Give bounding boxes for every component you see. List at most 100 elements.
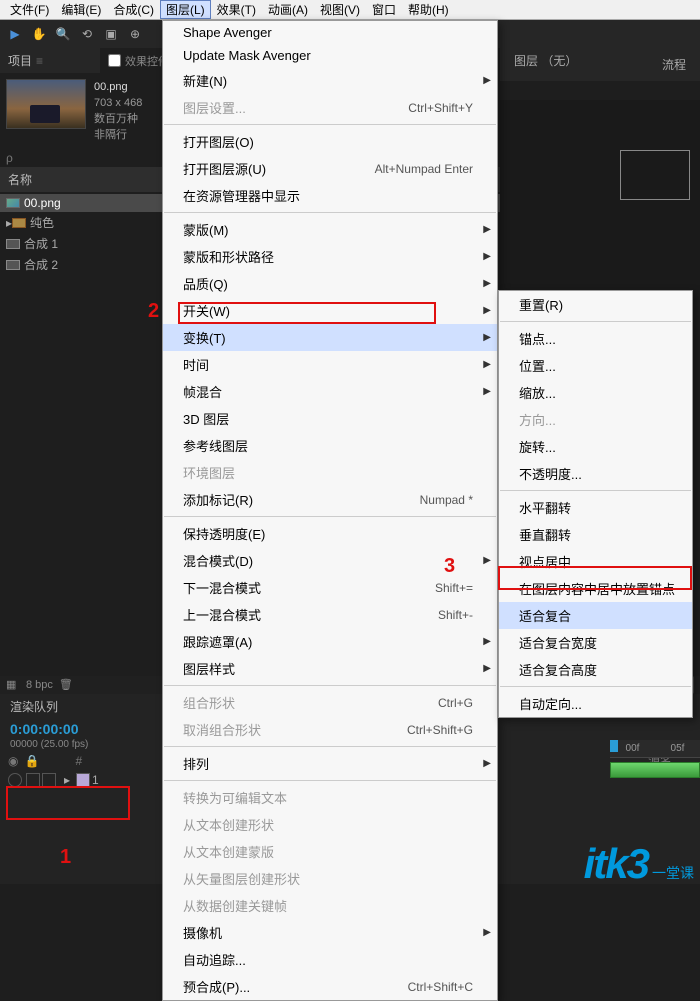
layer-menu-item[interactable]: 打开图层源(U)Alt+Numpad Enter (163, 155, 497, 182)
selection-tool-icon[interactable]: ▶ (6, 25, 24, 43)
layer-menu-item[interactable]: 摄像机▶ (163, 919, 497, 946)
lock-toggle[interactable] (42, 773, 56, 787)
column-name[interactable]: 名称 (8, 171, 32, 188)
flowchart-label: 流程 (652, 52, 696, 77)
transform-menu-item[interactable]: 锚点... (499, 325, 692, 352)
layer-menu-item[interactable]: 在资源管理器中显示 (163, 182, 497, 209)
layer-menu-item[interactable]: 帧混合▶ (163, 378, 497, 405)
transform-menu-item[interactable]: 重置(R) (499, 291, 692, 318)
menu-item-label: 开关(W) (183, 301, 230, 320)
transform-menu-item[interactable]: 自动定向... (499, 690, 692, 717)
transform-menu-item[interactable]: 缩放... (499, 379, 692, 406)
layer-menu-item[interactable]: 上一混合模式Shift+- (163, 601, 497, 628)
layer-menu-separator (164, 124, 496, 125)
layer-menu-item[interactable]: 开关(W)▶ (163, 297, 497, 324)
playhead-icon[interactable] (610, 740, 618, 752)
menu-item-label: 时间 (183, 355, 209, 374)
transform-menu-item[interactable]: 视点居中 (499, 548, 692, 575)
layer-menu-item[interactable]: 蒙版(M)▶ (163, 216, 497, 243)
layer-menu-item: 从数据创建关键帧 (163, 892, 497, 919)
menu-item-label: 蒙版和形状路径 (183, 247, 274, 266)
menu-item-label: 下一混合模式 (183, 578, 261, 597)
transform-menu-item[interactable]: 适合复合宽度 (499, 629, 692, 656)
menu-item-shortcut: Ctrl+Shift+Y (408, 101, 473, 115)
layer-menu-item[interactable]: 品质(Q)▶ (163, 270, 497, 297)
layer-menu-item[interactable]: 新建(N)▶ (163, 67, 497, 94)
menu-item-label: Shape Avenger (183, 25, 272, 40)
transform-menu-item[interactable]: 在图层内容中居中放置锚点 (499, 575, 692, 602)
project-tab[interactable]: 项目≡ (0, 48, 100, 73)
menu-item-label: 排列 (183, 754, 209, 773)
comp-icon (6, 239, 20, 249)
menu-item-label: 不透明度... (519, 464, 582, 483)
layer-menu-item[interactable]: Shape Avenger (163, 21, 497, 44)
menu-item-label: 适合复合 (519, 606, 571, 625)
transform-menu-item[interactable]: 垂直翻转 (499, 521, 692, 548)
layer-menu-item: 转换为可编辑文本 (163, 784, 497, 811)
asset-interlace: 非隔行 (94, 127, 142, 143)
rotate-tool-icon[interactable]: ⟲ (78, 25, 96, 43)
submenu-arrow-icon: ▶ (483, 75, 491, 86)
visibility-toggle[interactable] (8, 773, 22, 787)
transform-menu-item[interactable]: 位置... (499, 352, 692, 379)
menu-file[interactable]: 文件(F) (4, 0, 55, 19)
layer-menu-item[interactable]: 预合成(P)...Ctrl+Shift+C (163, 973, 497, 1000)
transform-menu-item[interactable]: 适合复合 (499, 602, 692, 629)
trash-icon[interactable]: 🗑 (59, 678, 73, 692)
menu-item-label: 上一混合模式 (183, 605, 261, 624)
menu-item-label: 混合模式(D) (183, 551, 253, 570)
layer-menu-item[interactable]: 自动追踪... (163, 946, 497, 973)
submenu-arrow-icon: ▶ (483, 927, 491, 938)
layer-menu-item[interactable]: 参考线图层 (163, 432, 497, 459)
layer-menu-item[interactable]: 打开图层(O) (163, 128, 497, 155)
layer-menu-item[interactable]: 跟踪遮罩(A)▶ (163, 628, 497, 655)
menu-view[interactable]: 视图(V) (314, 0, 366, 19)
transform-menu-item[interactable]: 适合复合高度 (499, 656, 692, 683)
viewer-area[interactable] (500, 100, 700, 300)
menu-bar: 文件(F) 编辑(E) 合成(C) 图层(L) 效果(T) 动画(A) 视图(V… (0, 0, 700, 20)
camera-tool-icon[interactable]: ▣ (102, 25, 120, 43)
panel-menu-icon[interactable]: ≡ (36, 54, 43, 68)
ruler-tick: 05f (671, 743, 685, 754)
transform-menu-item[interactable]: 水平翻转 (499, 494, 692, 521)
menu-composition[interactable]: 合成(C) (107, 0, 160, 19)
layer-menu-item[interactable]: 下一混合模式Shift+= (163, 574, 497, 601)
menu-layer[interactable]: 图层(L) (160, 0, 211, 19)
zoom-tool-icon[interactable]: 🔍 (54, 25, 72, 43)
layer-menu-separator (164, 516, 496, 517)
layer-color-swatch[interactable] (76, 773, 90, 787)
pan-behind-tool-icon[interactable]: ⊕ (126, 25, 144, 43)
time-ruler[interactable]: 00f 05f (610, 740, 700, 778)
menu-item-label: 旋转... (519, 437, 556, 456)
menu-window[interactable]: 窗口 (366, 0, 402, 19)
menu-help[interactable]: 帮助(H) (402, 0, 455, 19)
submenu-arrow-icon: ▶ (483, 224, 491, 235)
menu-item-label: 转换为可编辑文本 (183, 788, 287, 807)
hand-tool-icon[interactable]: ✋ (30, 25, 48, 43)
layer-menu-item[interactable]: 图层样式▶ (163, 655, 497, 682)
submenu-arrow-icon: ▶ (483, 359, 491, 370)
layer-menu-item[interactable]: 保持透明度(E) (163, 520, 497, 547)
layer-menu-item[interactable]: 排列▶ (163, 750, 497, 777)
interpret-footage-icon[interactable]: ▦ (6, 678, 20, 692)
layer-menu-item[interactable]: 添加标记(R)Numpad * (163, 486, 497, 513)
bpc-button[interactable]: 8 bpc (26, 679, 53, 691)
layer-menu-item[interactable]: 蒙版和形状路径▶ (163, 243, 497, 270)
menu-item-label: 3D 图层 (183, 409, 229, 428)
layer-menu-item[interactable]: 变换(T)▶ (163, 324, 497, 351)
menu-item-label: 方向... (519, 410, 556, 429)
transform-menu-item[interactable]: 旋转... (499, 433, 692, 460)
asset-dimensions: 703 x 468 (94, 95, 142, 111)
menu-edit[interactable]: 编辑(E) (55, 0, 107, 19)
menu-effect[interactable]: 效果(T) (211, 0, 262, 19)
layer-menu-item[interactable]: Update Mask Avenger (163, 44, 497, 67)
layer-menu-item[interactable]: 3D 图层 (163, 405, 497, 432)
transform-menu-item[interactable]: 不透明度... (499, 460, 692, 487)
menu-item-label: 添加标记(R) (183, 490, 253, 509)
submenu-arrow-icon: ▶ (483, 555, 491, 566)
layer-menu-item[interactable]: 时间 ▶ (163, 351, 497, 378)
solo-toggle[interactable] (26, 773, 40, 787)
menu-animation[interactable]: 动画(A) (262, 0, 314, 19)
menu-item-label: 从数据创建关键帧 (183, 896, 287, 915)
layer-duration-bar[interactable] (610, 762, 700, 778)
